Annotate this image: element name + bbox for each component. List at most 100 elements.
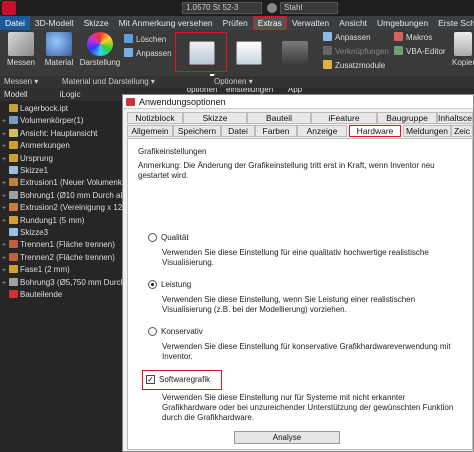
expand-icon[interactable]: + — [2, 203, 9, 214]
menu-skizze[interactable]: Skizze — [79, 16, 114, 30]
menu-verwalten[interactable]: Verwalten — [287, 16, 334, 30]
tab-inhaltscenter[interactable]: Inhaltscenter — [437, 112, 473, 124]
feature-icon — [9, 190, 18, 199]
tab-zeichnung[interactable]: Zeic — [451, 125, 473, 137]
verknuepfungen-button[interactable]: Verknüpfungen — [323, 46, 389, 58]
tab-anzeige[interactable]: Anzeige — [297, 125, 347, 137]
feature-icon — [9, 215, 18, 224]
menu-pruefen[interactable]: Prüfen — [218, 16, 253, 30]
tree-item[interactable]: Lagerbock.ipt — [2, 103, 68, 114]
tab-speichern[interactable]: Speichern — [173, 125, 221, 137]
tab-ifeature[interactable]: iFeature — [311, 112, 377, 124]
tree-item[interactable]: + Trennen2 (Fläche trennen) — [2, 252, 115, 263]
expand-icon[interactable]: + — [2, 178, 9, 189]
tree-item-label: Lagerbock.ipt — [20, 104, 69, 113]
browser-tabs: Modell iLogic — [0, 89, 122, 101]
tree-item-label: Extrusion1 (Neuer Volumenkö — [20, 178, 127, 188]
group-messen[interactable]: Messen ▾ — [4, 77, 38, 86]
tab-meldungen[interactable]: Meldungen — [403, 125, 451, 137]
material-button[interactable]: Material — [42, 32, 76, 67]
tree-item[interactable]: + Fase1 (2 mm) — [2, 264, 70, 275]
tree-item[interactable]: + Trennen1 (Fläche trennen) — [2, 239, 115, 250]
group-optionen[interactable]: Optionen ▾ — [214, 77, 253, 86]
tab-farben[interactable]: Farben — [255, 125, 297, 137]
zusatzmodule-button[interactable]: Zusatzmodule — [323, 60, 385, 72]
tree-item[interactable]: + Rundung1 (5 mm) — [2, 215, 84, 226]
tab-ilogic[interactable]: iLogic — [56, 89, 85, 101]
app-manager-button[interactable]: Autodesk App Manager — [272, 32, 318, 103]
tree-item[interactable]: + Bohrung3 (Ø5,750 mm Durch — [2, 277, 125, 288]
darstellung-button[interactable]: Darstellung — [78, 32, 122, 67]
feature-icon — [9, 252, 18, 261]
ribbon-group-labels: Messen ▾ Material und Darstellung ▾ Opti… — [0, 76, 474, 88]
kopieren-button[interactable]: Kopier — [452, 32, 474, 67]
tree-item[interactable]: Skizze1 — [2, 165, 48, 176]
anwendungsoptionen-highlight — [175, 32, 227, 72]
group-material[interactable]: Material und Darstellung ▾ — [62, 77, 155, 86]
feature-icon — [9, 104, 18, 112]
tree-item[interactable]: + Volumenkörper(1) — [2, 115, 84, 126]
menu-datei[interactable]: Datei — [0, 16, 30, 30]
vba-editor-button[interactable]: VBA-Editor — [394, 46, 446, 58]
anpassen-button-2[interactable]: Anpassen — [323, 32, 371, 44]
tree-item[interactable]: + Ursprung — [2, 153, 53, 164]
desc-leistung: Verwenden Sie diese Einstellung, wenn Si… — [162, 295, 416, 314]
tab-skizze[interactable]: Skizze — [183, 112, 247, 124]
tree-item-label: Volumenkörper(1) — [20, 116, 84, 126]
menu-erste-schritte[interactable]: Erste Schritte — [433, 16, 474, 30]
tree-item[interactable]: + Bohrung1 (Ø10 mm Durch alle — [2, 190, 129, 201]
menu-mit-anmerkung[interactable]: Mit Anmerkung versehen — [114, 16, 218, 30]
tab-baugruppe[interactable]: Baugruppe — [377, 112, 437, 124]
tree-item[interactable]: + Ansicht: Hauptansicht — [2, 128, 97, 139]
feature-icon — [9, 277, 18, 286]
tree-item-label: Rundung1 (5 mm) — [20, 215, 85, 225]
tab-modell[interactable]: Modell — [0, 89, 32, 101]
makros-button[interactable]: Makros — [394, 32, 432, 44]
menu-3d-modell[interactable]: 3D-Modell — [30, 16, 79, 30]
tree-item[interactable]: Bauteilende — [2, 289, 62, 300]
ruler-icon — [8, 32, 34, 56]
feature-icon — [9, 116, 18, 125]
tree-item[interactable]: + Anmerkungen — [2, 140, 70, 151]
app-manager-icon — [282, 41, 308, 65]
material-field[interactable]: 1.0570 St 52-3 — [182, 2, 262, 14]
expand-icon[interactable]: + — [2, 154, 9, 165]
desc-konservativ: Verwenden Sie diese Einstellung für kons… — [162, 342, 451, 361]
expand-icon[interactable]: + — [2, 253, 9, 264]
application-options-dialog: Anwendungsoptionen Notizblock Skizze Bau… — [122, 94, 474, 452]
messen-button[interactable]: Messen — [4, 32, 38, 67]
radio-qualitaet[interactable] — [148, 233, 157, 242]
loeschen-button[interactable]: Löschen — [124, 34, 166, 46]
dialog-title: Anwendungsoptionen — [139, 97, 226, 107]
hardware-tab-content: Grafikeinstellungen Anmerkung: Die Änder… — [127, 138, 473, 450]
tab-datei[interactable]: Datei — [221, 125, 255, 137]
expand-icon[interactable]: + — [2, 191, 9, 202]
analyse-button[interactable]: Analyse — [234, 431, 340, 444]
expand-icon[interactable]: + — [2, 216, 9, 227]
expand-icon[interactable]: + — [2, 129, 9, 140]
vba-editor-label: VBA-Editor — [406, 47, 446, 56]
tree-item[interactable]: + Extrusion1 (Neuer Volumenkö — [2, 177, 126, 188]
anpassen-button-1[interactable]: Anpassen — [124, 48, 172, 60]
radio-konservativ[interactable] — [148, 327, 157, 336]
appearance-field[interactable]: Stahl — [280, 2, 338, 14]
menu-extras[interactable]: Extras — [252, 16, 287, 30]
expand-icon[interactable]: + — [2, 141, 9, 152]
tree-item-label: Skizze1 — [20, 166, 49, 175]
expand-icon[interactable]: + — [2, 278, 9, 289]
tree-item-label: Ansicht: Hauptansicht — [20, 128, 98, 138]
tab-allgemein[interactable]: Allgemein — [127, 125, 173, 137]
tree-item[interactable]: + Extrusion2 (Vereinigung x 12 m — [2, 202, 131, 213]
tree-item[interactable]: Skizze3 — [2, 227, 48, 238]
radio-leistung[interactable] — [148, 280, 157, 289]
expand-icon[interactable]: + — [2, 116, 9, 127]
tab-bauteil[interactable]: Bauteil — [247, 112, 311, 124]
tab-notizblock[interactable]: Notizblock — [127, 112, 183, 124]
menu-ansicht[interactable]: Ansicht — [334, 16, 372, 30]
expand-icon[interactable]: + — [2, 265, 9, 276]
feature-icon — [9, 228, 18, 236]
menu-umgebungen[interactable]: Umgebungen — [372, 16, 433, 30]
addin-icon — [323, 60, 332, 69]
tab-hardware[interactable]: Hardware — [349, 125, 401, 137]
expand-icon[interactable]: + — [2, 240, 9, 251]
